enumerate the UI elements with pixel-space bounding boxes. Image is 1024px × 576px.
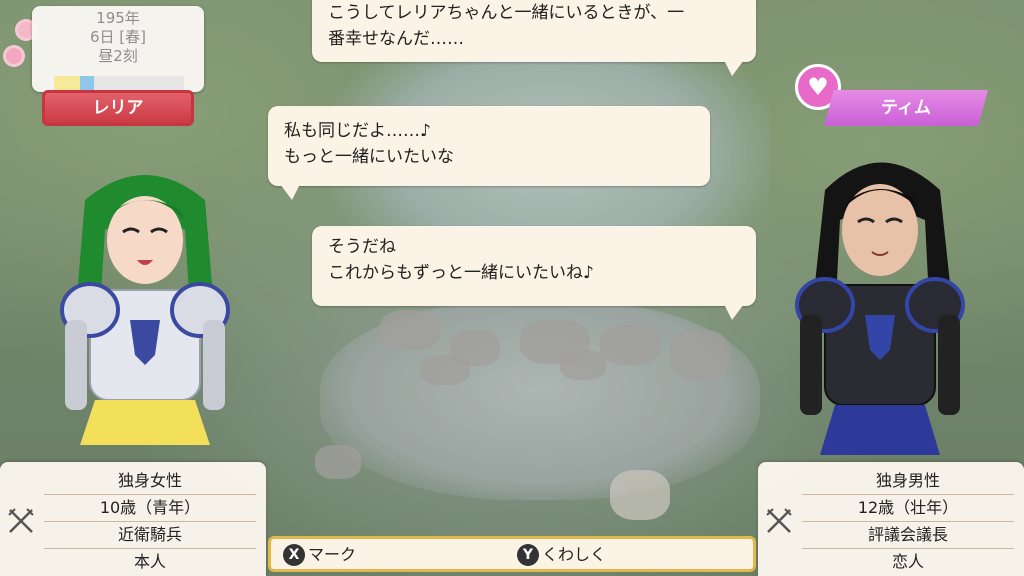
relationship: 本人 <box>133 552 166 571</box>
speech-bubble: そうだね これからもずっと一緒にいたいね♪ <box>312 226 756 320</box>
occupation: 近衛騎兵 <box>44 522 256 549</box>
right-character-info-card: 独身男性 12歳（壮年） 評議会議長 恋人 <box>758 462 1024 576</box>
dialogue-line: こうしてレリアちゃんと一緒にいるときが、一 <box>328 3 685 23</box>
details-label: くわしく <box>542 545 607 564</box>
marital-status: 独身女性 <box>44 468 256 495</box>
relationship: 恋人 <box>891 552 924 571</box>
age: 10歳（青年） <box>44 495 256 522</box>
occupation: 評議会議長 <box>802 522 1014 549</box>
arm <box>65 320 87 410</box>
time-of-day-label: 昼2刻 <box>98 47 138 65</box>
speech-bubble: 私も同じだよ……♪ もっと一緒にいたいな <box>268 106 710 200</box>
left-character-info-card: 独身女性 10歳（青年） 近衛騎兵 本人 <box>0 462 266 576</box>
day-season-label: 6日 [春] <box>89 28 147 46</box>
speech-bubble: こうしてレリアちゃんと一緒にいるときが、一 番幸せなんだ…… <box>312 0 756 76</box>
x-button-icon: X <box>283 544 305 566</box>
left-character-portrait <box>60 175 230 445</box>
mark-label: マーク <box>308 545 357 564</box>
dialogue-line: そうだね <box>328 237 396 257</box>
face <box>107 196 183 284</box>
skirt <box>80 400 210 445</box>
arm <box>203 320 225 410</box>
arm <box>800 315 822 415</box>
season-progress-bar <box>54 76 184 90</box>
button-hint-bar: X マーク Y くわしく <box>268 536 756 572</box>
bubble-tail <box>724 60 744 76</box>
dialogue-line: もっと一緒にいたいな <box>284 147 454 167</box>
date-panel: 195年 6日 [春] 昼2刻 <box>32 6 204 92</box>
mark-button[interactable]: X マーク <box>283 543 356 567</box>
arm <box>938 315 960 415</box>
bubble-tail <box>724 304 744 320</box>
marital-status: 独身男性 <box>802 468 1014 495</box>
crossed-swords-icon <box>766 508 792 533</box>
bubble-tail <box>280 184 300 200</box>
season-bar-segment <box>54 76 80 90</box>
right-character-portrait <box>795 162 965 455</box>
year-label: 195年 <box>96 9 140 27</box>
y-button-icon: Y <box>517 544 539 566</box>
dialogue-line: これからもずっと一緒にいたいね♪ <box>328 263 594 283</box>
dialogue-line: 番幸せなんだ…… <box>328 29 464 49</box>
right-character-name-tag: ティム <box>824 90 988 126</box>
tabard <box>820 405 940 455</box>
crossed-swords-icon <box>8 508 34 533</box>
dialogue-line: 私も同じだよ……♪ <box>284 121 431 141</box>
season-bar-segment <box>80 76 94 90</box>
details-button[interactable]: Y くわしく <box>517 543 606 567</box>
age: 12歳（壮年） <box>802 495 1014 522</box>
flower-decoration <box>6 48 22 64</box>
left-character-name-tag: レリア <box>42 90 194 126</box>
